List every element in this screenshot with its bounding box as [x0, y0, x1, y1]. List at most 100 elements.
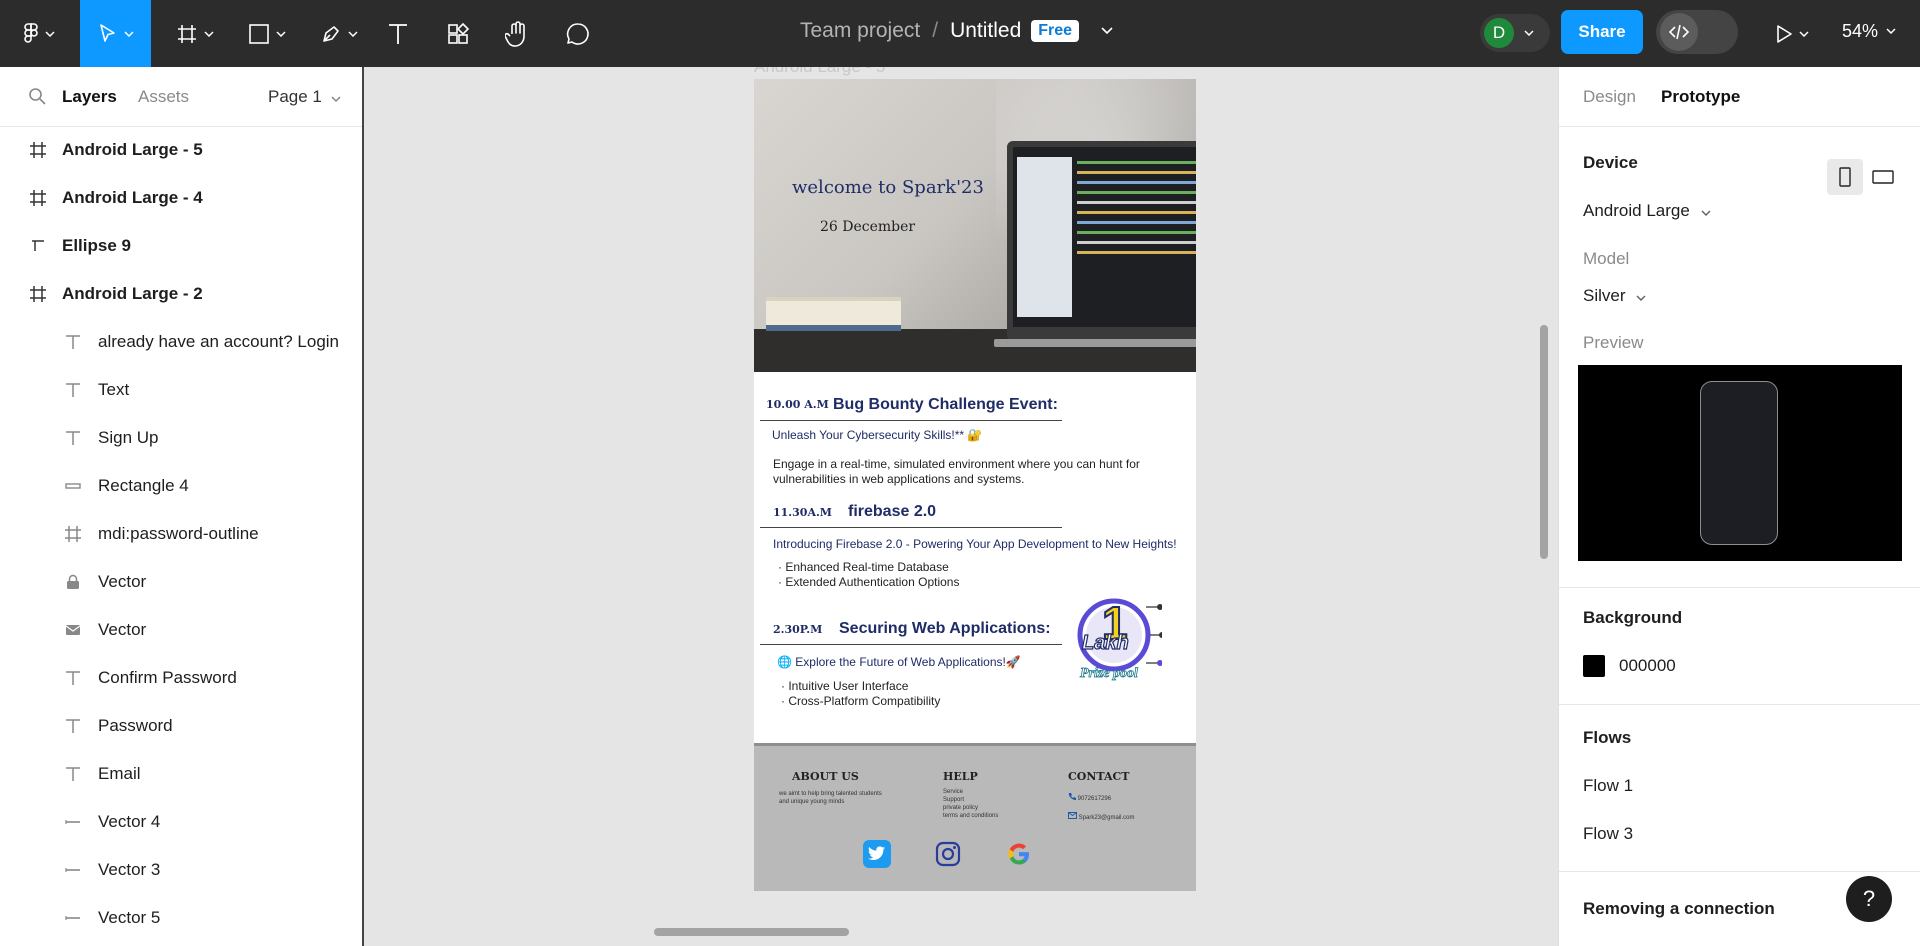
flow-item[interactable]: Flow 3	[1583, 824, 1633, 844]
layer-row[interactable]: Android Large - 4	[0, 174, 362, 222]
layer-row[interactable]: Android Large - 5	[0, 126, 362, 174]
event-divider	[760, 644, 1062, 645]
background-swatch[interactable]	[1583, 655, 1605, 677]
layer-row[interactable]: Rectangle 4	[0, 462, 362, 510]
layer-row[interactable]: Vector 5	[0, 894, 362, 942]
page-name: Page 1	[268, 87, 322, 106]
search-icon[interactable]	[28, 87, 46, 105]
laptop-screen	[1013, 147, 1196, 327]
layer-label: Vector	[98, 572, 147, 591]
event-time: 10.00 A.M	[766, 398, 829, 411]
share-button[interactable]: Share	[1561, 10, 1643, 54]
rectangle-icon	[63, 476, 83, 496]
layer-row[interactable]: Vector	[0, 558, 362, 606]
layer-label: Android Large - 2	[62, 284, 203, 303]
twitter-link[interactable]	[863, 840, 891, 868]
divider	[1559, 704, 1920, 705]
present-button[interactable]	[1766, 0, 1818, 67]
instagram-link[interactable]	[934, 840, 962, 868]
model-select[interactable]: Silver	[1583, 286, 1646, 306]
pen-tool-button[interactable]	[312, 0, 366, 67]
layer-row[interactable]: Vector 3	[0, 846, 362, 894]
layer-row[interactable]: Password	[0, 702, 362, 750]
layer-row[interactable]: mdi:password-outline	[0, 510, 362, 558]
layer-row[interactable]: Text	[0, 366, 362, 414]
chevron-down-icon	[1524, 30, 1534, 36]
right-panel-tabs: Design Prototype	[1559, 67, 1920, 127]
chevron-down-icon	[204, 30, 214, 37]
portrait-button[interactable]	[1827, 159, 1863, 195]
plan-badge[interactable]: Free	[1031, 20, 1080, 42]
layer-row[interactable]: Vector	[0, 606, 362, 654]
layer-row[interactable]: Sign Up	[0, 414, 362, 462]
layer-row[interactable]: Android Large - 2	[0, 270, 362, 318]
device-select[interactable]: Android Large	[1583, 201, 1711, 221]
hand-tool-icon	[505, 20, 525, 47]
event-time: 2.30P.M	[773, 623, 823, 636]
figma-menu-button[interactable]	[14, 0, 64, 67]
hero-image: welcome to Spark'23 26 December	[754, 79, 1196, 372]
tab-assets[interactable]: Assets	[138, 87, 189, 107]
android-frame[interactable]: welcome to Spark'23 26 December 10.00 A.…	[754, 79, 1196, 891]
layer-row[interactable]: Email	[0, 750, 362, 798]
background-hex[interactable]: 000000	[1619, 656, 1676, 676]
footer-phone-text: 9072617296	[1077, 796, 1112, 802]
frame-label[interactable]: Android Large - 5	[754, 67, 885, 77]
chevron-down-icon	[45, 30, 55, 37]
layer-row[interactable]: Confirm Password	[0, 654, 362, 702]
vertical-scrollbar[interactable]	[1540, 325, 1548, 559]
layer-row[interactable]: Vector 4	[0, 798, 362, 846]
footer-about-text: we aimt to help bring talented students …	[779, 791, 882, 805]
left-panel-tabs: Layers Assets Page 1	[0, 67, 362, 127]
device-heading: Device	[1583, 153, 1638, 172]
chevron-down-icon	[1701, 210, 1711, 217]
user-avatar-menu[interactable]: D	[1480, 14, 1550, 52]
vector-icon	[28, 236, 48, 256]
shape-tool-button[interactable]	[240, 0, 294, 67]
resources-button[interactable]	[440, 0, 476, 67]
file-name[interactable]: Untitled	[950, 19, 1021, 43]
horizontal-scrollbar[interactable]	[654, 928, 849, 936]
text-tool-button[interactable]	[380, 0, 416, 67]
flow-item[interactable]: Flow 1	[1583, 776, 1633, 796]
event-bullet-text: Enhanced Real-time Database	[785, 560, 949, 574]
event-body: Engage in a real-time, simulated environ…	[773, 457, 1140, 486]
google-link[interactable]	[1005, 840, 1033, 868]
file-menu-chevron-icon[interactable]	[1101, 27, 1113, 35]
tab-layers[interactable]: Layers	[62, 87, 117, 107]
mail-icon	[63, 620, 83, 640]
event-divider	[760, 527, 1062, 528]
hand-tool-button[interactable]	[498, 0, 538, 67]
footer-help-item: Support	[943, 797, 965, 803]
layer-row[interactable]: already have an account? Login	[0, 318, 362, 366]
team-name[interactable]: Team project	[800, 19, 920, 43]
comment-icon	[566, 22, 589, 45]
phone-icon	[1068, 793, 1076, 800]
help-button[interactable]: ?	[1846, 876, 1892, 922]
tab-design[interactable]: Design	[1583, 87, 1636, 107]
layer-label: Sign Up	[98, 428, 159, 447]
layer-label: Confirm Password	[98, 668, 237, 687]
comment-button[interactable]	[558, 0, 598, 67]
twitter-icon	[868, 846, 885, 861]
layer-row[interactable]: Ellipse 9	[0, 222, 362, 270]
dev-mode-toggle[interactable]	[1656, 10, 1738, 54]
frame-tool-button[interactable]	[168, 0, 222, 67]
footer-phone: 9072617296	[1068, 792, 1111, 803]
page-selector[interactable]: Page 1	[268, 87, 341, 107]
landscape-button[interactable]	[1865, 159, 1901, 195]
chevron-down-icon	[276, 30, 286, 37]
event-bullet-text: Intuitive User Interface	[788, 679, 909, 693]
canvas[interactable]: Android Large - 5 welcome to Spark'23 26…	[364, 67, 1558, 946]
screen-panel	[1017, 157, 1072, 317]
tab-prototype[interactable]: Prototype	[1661, 87, 1740, 107]
chevron-down-icon	[1799, 30, 1809, 37]
zoom-level: 54%	[1842, 20, 1879, 41]
chevron-down-icon	[348, 30, 358, 37]
move-tool-button[interactable]	[80, 0, 151, 67]
event-bullet-text: Extended Authentication Options	[785, 575, 960, 589]
event-bullet: · Cross-Platform Compatibility	[781, 694, 941, 708]
books-image	[766, 297, 901, 331]
event-subtitle: Unleash Your Cybersecurity Skills!** 🔐	[772, 428, 983, 442]
zoom-menu[interactable]: 54%	[1842, 0, 1896, 62]
